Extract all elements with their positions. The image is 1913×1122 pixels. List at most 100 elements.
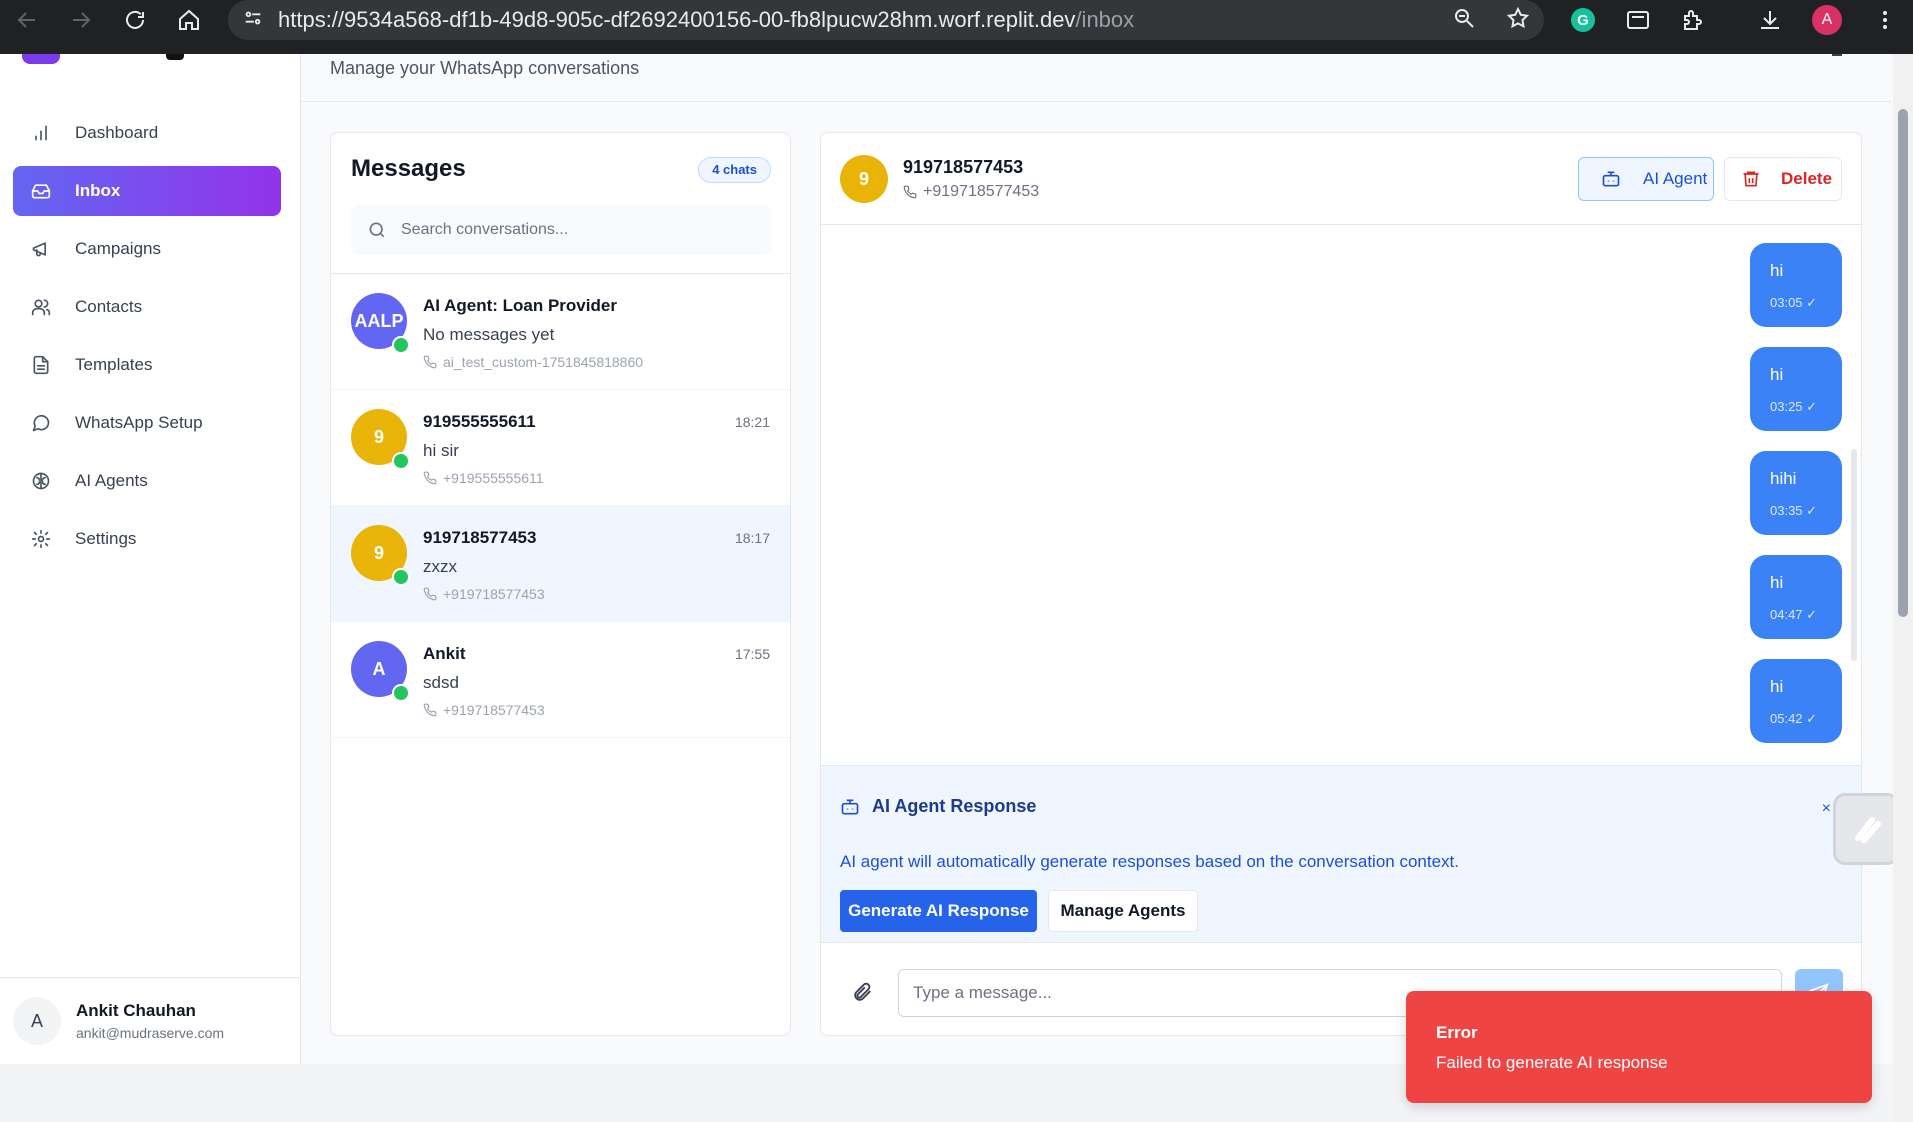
conversation-phone: ai_test_custom-1751845818860 [423, 354, 643, 370]
message-circle-icon [32, 414, 50, 432]
conversation-name: AI Agent: Loan Provider [423, 296, 617, 315]
search-icon [369, 222, 385, 238]
home-icon[interactable] [162, 0, 216, 47]
conversation-time: 17:55 [734, 646, 770, 662]
sidebar-item-inbox[interactable]: Inbox [13, 166, 281, 216]
profile-avatar[interactable]: A [1812, 0, 1842, 40]
download-icon[interactable] [1757, 0, 1783, 40]
search-box[interactable] [351, 205, 772, 255]
page-scrollbar[interactable] [1893, 54, 1913, 1122]
manage-agents-button[interactable]: Manage Agents [1048, 890, 1198, 932]
cast-icon[interactable] [1625, 0, 1651, 40]
address-bar[interactable]: https://9534a568-df1b-49d8-905c-df269240… [228, 0, 1544, 40]
last-message: sdsd [423, 673, 459, 692]
sidebar-item-settings[interactable]: Settings [13, 514, 281, 564]
message-bubble: hi 03:25 ✓ [1750, 347, 1842, 431]
message-time: 03:05 ✓ [1770, 295, 1818, 310]
phone-icon [423, 355, 437, 369]
sidebar-item-dashboard[interactable]: Dashboard [13, 108, 281, 158]
conversation-phone: +919718577453 [423, 702, 545, 718]
list-item[interactable]: A Ankit 17:55 sdsd +919718577453 [331, 622, 790, 738]
online-status-dot [392, 684, 410, 702]
sidebar-item-whatsapp-setup[interactable]: WhatsApp Setup [13, 398, 281, 448]
ai-panel-description: AI agent will automatically generate res… [840, 852, 1459, 871]
message-bubble: hihi 03:35 ✓ [1750, 451, 1842, 535]
megaphone-icon [32, 242, 47, 257]
chat-panel: 9 919718577453 +919718577453 AI Agent De… [820, 132, 1862, 1036]
browser-toolbar: https://9534a568-df1b-49d8-905c-df269240… [0, 0, 1913, 54]
gear-icon [31, 529, 51, 549]
conversation-name: 919718577453 [423, 528, 537, 547]
extensions-icon[interactable] [1680, 0, 1706, 40]
list-item[interactable]: 9 919555555611 18:21 hi sir +91955555561… [331, 390, 790, 506]
floating-assistant-widget[interactable] [1833, 793, 1899, 865]
avatar: 9 [840, 155, 888, 203]
user-email: ankit@mudraserve.com [76, 1025, 225, 1041]
header-divider [301, 101, 1891, 102]
zoom-icon[interactable] [1452, 6, 1476, 35]
inbox-icon [31, 184, 51, 199]
delete-button[interactable]: Delete [1724, 157, 1842, 201]
user-profile[interactable]: A Ankit Chauhan ankit@mudraserve.com [0, 977, 300, 1064]
message-bubble: hi 03:05 ✓ [1750, 243, 1842, 327]
users-icon [31, 299, 51, 316]
app-logo [22, 54, 60, 64]
list-item[interactable]: AALP AI Agent: Loan Provider No messages… [331, 274, 790, 390]
online-status-dot [392, 452, 410, 470]
list-item[interactable]: 9 919718577453 18:17 zxzx +919718577453 [331, 506, 790, 622]
panel-title: Messages [351, 155, 466, 182]
ai-panel-title: AI Agent Response [840, 796, 1036, 817]
generate-ai-response-button[interactable]: Generate AI Response [840, 890, 1037, 932]
paperclip-icon[interactable] [851, 981, 873, 1003]
svg-text:G: G [1577, 12, 1589, 29]
sidebar-item-ai-agents[interactable]: AI Agents [13, 456, 281, 506]
sidebar: Dashboard Inbox Campaigns Contacts Templ… [0, 54, 301, 1064]
site-info-icon[interactable] [242, 7, 264, 34]
chat-header: 9 919718577453 +919718577453 AI Agent De… [821, 133, 1861, 225]
sidebar-item-contacts[interactable]: Contacts [13, 282, 281, 332]
brain-icon [32, 472, 50, 490]
message-bubble: hi 04:47 ✓ [1750, 555, 1842, 639]
contact-phone: +919718577453 [903, 183, 1039, 201]
online-status-dot [392, 336, 410, 354]
sidebar-item-campaigns[interactable]: Campaigns [13, 224, 281, 274]
bot-icon [841, 799, 859, 814]
avatar: A [13, 997, 61, 1045]
browser-menu-icon[interactable] [1872, 0, 1898, 40]
conversation-list: AALP AI Agent: Loan Provider No messages… [331, 274, 790, 738]
sidebar-item-templates[interactable]: Templates [13, 340, 281, 390]
grammarly-icon[interactable]: G [1570, 0, 1596, 40]
trash-icon [1743, 171, 1759, 187]
toast-description: Failed to generate AI response [1436, 1053, 1668, 1072]
phone-icon [423, 587, 437, 601]
conversations-header: Messages 4 chats [331, 133, 790, 274]
toast-title: Error [1436, 1023, 1478, 1042]
reload-icon[interactable] [108, 0, 162, 47]
forward-icon[interactable] [54, 0, 108, 47]
message-time: 05:42 ✓ [1770, 711, 1818, 726]
ai-agent-button[interactable]: AI Agent [1578, 157, 1714, 201]
message-bubble: hi 05:42 ✓ [1750, 659, 1842, 743]
phone-icon [903, 185, 917, 199]
message-time: 03:25 ✓ [1770, 399, 1818, 414]
bookmark-star-icon[interactable] [1506, 6, 1530, 35]
back-icon[interactable] [0, 0, 54, 47]
app-logo-text [166, 54, 184, 60]
last-message: zxzx [423, 557, 457, 576]
user-name: Ankit Chauhan [76, 1001, 196, 1020]
conversation-name: 919555555611 [423, 412, 536, 431]
ai-agent-response-panel: AI Agent Response × AI agent will automa… [821, 765, 1861, 943]
conversations-panel: Messages 4 chats AALP AI Agent: Loan Pro… [330, 132, 791, 1036]
search-input[interactable] [401, 221, 761, 239]
phone-icon [423, 703, 437, 717]
bar-chart-icon [35, 125, 47, 141]
thread-scrollbar[interactable] [1851, 449, 1857, 661]
url-text: https://9534a568-df1b-49d8-905c-df269240… [278, 7, 1135, 32]
conversation-time: 18:21 [734, 414, 770, 430]
close-icon[interactable]: × [1822, 800, 1831, 818]
error-toast[interactable]: Error Failed to generate AI response [1406, 991, 1872, 1103]
header-chevron-icon[interactable] [1832, 50, 1842, 56]
phone-icon [423, 471, 437, 485]
message-time: 03:35 ✓ [1770, 503, 1818, 518]
page-scrollbar-thumb[interactable] [1898, 109, 1908, 617]
